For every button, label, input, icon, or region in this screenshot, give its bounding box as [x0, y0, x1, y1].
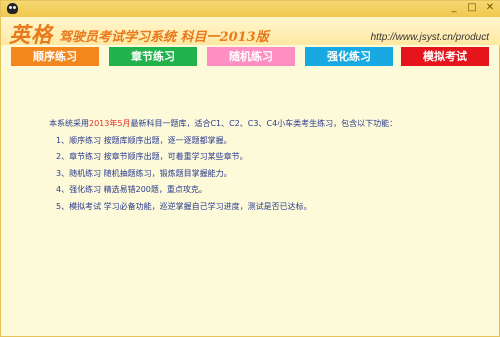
intro-highlight: 2013年5月: [89, 119, 131, 128]
window-controls: _ □ ✕: [447, 2, 497, 14]
tab-chapter-practice[interactable]: 章节练习: [109, 47, 197, 66]
title-bar[interactable]: _ □ ✕: [1, 1, 500, 17]
maximize-button[interactable]: □: [465, 2, 479, 14]
close-button[interactable]: ✕: [483, 2, 497, 14]
feature-item: 4、强化练习 精选易错200题，重点攻克。: [56, 185, 207, 194]
feature-item: 3、随机练习 随机抽题练习，锻炼题目掌握能力。: [56, 168, 232, 178]
skull-icon: [7, 3, 18, 14]
minimize-button[interactable]: _: [447, 2, 461, 14]
brand-logo: 英格: [9, 22, 53, 47]
tab-mock-exam[interactable]: 模拟考试: [401, 47, 489, 66]
intro-line: 本系统采用2013年5月最新科目一题库，适合C1、C2、C3、C4小车类考生练习…: [49, 116, 489, 133]
mode-tabs: 顺序练习 章节练习 随机练习 强化练习 模拟考试: [1, 47, 500, 67]
feature-item: 5、模拟考试 学习必备功能，巡逆掌握自己学习进度，测试是否已达标。: [56, 201, 312, 211]
tab-random-practice[interactable]: 随机练习: [207, 47, 295, 66]
header-banner: 英格 驾驶员考试学习系统 科目一2013版 http://www.jsyst.c…: [1, 17, 500, 47]
feature-item: 2、章节练习 按章节顺序出题，可着重学习某些章节。: [56, 152, 248, 161]
tab-sequential-practice[interactable]: 顺序练习: [11, 47, 99, 66]
intro-text: 本系统采用2013年5月最新科目一题库，适合C1、C2、C3、C4小车类考生练习…: [49, 116, 489, 215]
product-url[interactable]: http://www.jsyst.cn/product: [371, 32, 489, 43]
app-subtitle: 驾驶员考试学习系统 科目一2013版: [59, 30, 269, 45]
intro-after: 最新科目一题库，适合C1、C2、C3、C4小车类考生练习，包含以下功能：: [130, 119, 398, 128]
feature-item: 1、顺序练习 按题库顺序出题，逐一逐题都掌握。: [56, 135, 232, 145]
tab-intensive-practice[interactable]: 强化练习: [305, 47, 393, 66]
app-window: _ □ ✕ 英格 驾驶员考试学习系统 科目一2013版 http://www.j…: [0, 0, 500, 337]
intro-before: 本系统采用: [49, 119, 89, 128]
